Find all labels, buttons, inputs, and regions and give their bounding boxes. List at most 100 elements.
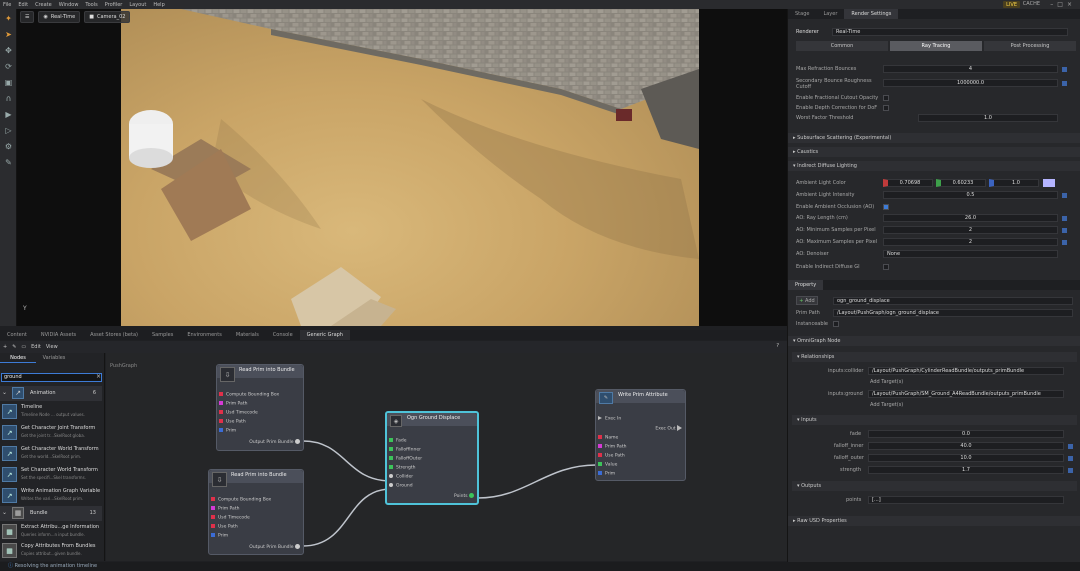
menu-file[interactable]: File [3, 2, 11, 8]
window-controls[interactable]: –□× [1050, 1, 1076, 8]
tab-variables[interactable]: Variables [36, 353, 72, 363]
port-usd-timecode[interactable]: Usd Timecode [211, 515, 250, 521]
paint-icon[interactable]: ✎ [3, 157, 14, 168]
worst-factor-input[interactable]: 1.0 [918, 114, 1058, 122]
physics-icon[interactable]: ⚙ [3, 141, 14, 152]
reset-indicator[interactable] [1068, 468, 1073, 473]
ao-checkbox[interactable] [883, 204, 889, 210]
reset-indicator[interactable] [1068, 456, 1073, 461]
tab-samples[interactable]: Samples [145, 330, 180, 340]
add-graph-icon[interactable]: + [3, 344, 7, 350]
menu-tools[interactable]: Tools [85, 2, 97, 8]
play-icon[interactable]: ▶ [3, 109, 14, 120]
tab-nodes[interactable]: Nodes [0, 353, 36, 363]
viewport[interactable]: ☰ ◉ Real-Time ■ Camera_02 Y [17, 9, 787, 326]
ambient-intensity-input[interactable]: 0.5 [883, 191, 1058, 199]
write-prim-attribute-node[interactable]: Write Prim Attribute ✎ Exec In Exec Out … [595, 389, 686, 481]
select-tool-icon[interactable]: ✦ [3, 13, 14, 24]
ogn-ground-displace-node[interactable]: Ogn Ground Displace ◈ Fade FalloffInner … [385, 411, 479, 505]
list-item[interactable]: ↗ Timeline Timeline Node ... output values… [2, 402, 102, 422]
section-outputs[interactable]: ▾ Outputs [792, 481, 1077, 491]
subtab-post-processing[interactable]: Post Processing [984, 41, 1076, 51]
section-indirect-diffuse[interactable]: ▾ Indirect Diffuse Lighting [788, 161, 1080, 171]
clear-search-icon[interactable]: × [96, 373, 101, 380]
port-falloff-inner[interactable]: FalloffInner [389, 447, 421, 453]
reset-indicator[interactable] [1062, 81, 1067, 86]
indirect-gi-checkbox[interactable] [883, 264, 889, 270]
tab-render-settings[interactable]: Render Settings [844, 9, 899, 19]
cache-label[interactable]: CACHE [1023, 1, 1040, 7]
port-prim-path[interactable]: Prim Path [598, 444, 626, 450]
camera-button[interactable]: ■ Camera_02 [84, 11, 131, 23]
port-name[interactable]: Name [598, 435, 618, 441]
subtab-ray-tracing[interactable]: Ray Tracing [890, 41, 982, 51]
scene-render[interactable] [121, 9, 699, 326]
renderer-select[interactable]: Real-Time [832, 28, 1068, 36]
port-compute-bbox[interactable]: Compute Bounding Box [211, 497, 271, 503]
port-usd-timecode[interactable]: Usd Timecode [219, 410, 258, 416]
read-prim-node-2[interactable]: Read Prim into Bundle ⇩ Compute Bounding… [208, 469, 304, 555]
port-points[interactable]: Points [454, 493, 474, 499]
category-animation[interactable]: ⌄ ↗ Animation 6 [0, 386, 102, 401]
section-omnigraph-node[interactable]: ▾ OmniGraph Node [788, 336, 1080, 346]
reset-indicator[interactable] [1062, 193, 1067, 198]
tab-materials[interactable]: Materials [229, 330, 266, 340]
roughness-cutoff-input[interactable]: 1000000.0 [883, 79, 1058, 87]
port-collider[interactable]: Collider [389, 474, 413, 480]
tab-layer[interactable]: Layer [816, 9, 844, 19]
close-icon[interactable]: × [1067, 1, 1076, 8]
tab-property[interactable]: Property [788, 280, 824, 290]
instanceable-checkbox[interactable] [833, 321, 839, 327]
add-button[interactable]: + Add [796, 296, 818, 305]
search-input[interactable]: ground [1, 373, 102, 382]
reset-indicator[interactable] [1062, 240, 1067, 245]
tab-stage[interactable]: Stage [788, 9, 816, 19]
fractional-cutout-checkbox[interactable] [883, 95, 889, 101]
menu-create[interactable]: Create [35, 2, 52, 8]
port-prim-path[interactable]: Prim Path [219, 401, 247, 407]
port-exec-in[interactable]: Exec In [598, 416, 621, 422]
list-item[interactable]: ↗ Get Character World Transform Get the wo… [2, 444, 102, 464]
viewport-settings-button[interactable]: ☰ [20, 11, 35, 23]
add-target-button[interactable]: Add Target(s) [870, 379, 903, 385]
port-exec-out[interactable]: Exec Out [655, 425, 682, 432]
list-item[interactable]: ▦ Copy Attributes From Bundles Copies attr… [2, 541, 102, 561]
step-icon[interactable]: ▷ [3, 125, 14, 136]
snap-tool-icon[interactable]: ∩ [3, 93, 14, 104]
tab-environments[interactable]: Environments [180, 330, 229, 340]
port-use-path[interactable]: Use Path [211, 524, 238, 530]
graph-menu-view[interactable]: View [46, 344, 58, 350]
render-mode-button[interactable]: ◉ Real-Time [38, 11, 81, 23]
port-falloff-outer[interactable]: FalloffOuter [389, 456, 422, 462]
list-item[interactable]: ↗ Get Character Joint Transform Get the jo… [2, 423, 102, 443]
port-output-bundle[interactable]: Output Prim Bundle [249, 544, 300, 550]
menu-profiler[interactable]: Profiler [105, 2, 123, 8]
reset-indicator[interactable] [1068, 444, 1073, 449]
port-use-path[interactable]: Use Path [219, 419, 246, 425]
tab-asset-stores[interactable]: Asset Stores (beta) [83, 330, 145, 340]
port-prim[interactable]: Prim [598, 471, 615, 477]
graph-menu-edit[interactable]: Edit [31, 344, 41, 350]
port-prim-path[interactable]: Prim Path [211, 506, 239, 512]
category-bundle[interactable]: ⌄ ▦ Bundle 13 [0, 506, 102, 521]
port-prim[interactable]: Prim [219, 428, 236, 434]
list-item[interactable]: ↗ Write Animation Graph Variable Writes th… [2, 486, 102, 506]
color-b-input[interactable]: 1.0 [989, 179, 1039, 187]
graph-canvas[interactable]: PushGraph Read Prim into Bundle ⇩ Comput… [106, 353, 787, 561]
folder-icon[interactable]: ▭ [21, 344, 26, 350]
ground-target-input[interactable]: /Layout/PushGraph/SM_Ground_A4ReadBundle… [868, 390, 1064, 398]
reset-indicator[interactable] [1062, 228, 1067, 233]
list-item[interactable]: ▦ Extract Attribu...ge Information Queries… [2, 522, 102, 542]
port-ground[interactable]: Ground [389, 483, 413, 489]
depth-correction-checkbox[interactable] [883, 105, 889, 111]
menu-layout[interactable]: Layout [129, 2, 146, 8]
help-icon[interactable]: ? [776, 343, 779, 349]
tab-generic-graph[interactable]: Generic Graph [299, 330, 350, 340]
prim-path-input[interactable]: /Layout/PushGraph/ogn_ground_displace [833, 309, 1073, 317]
ao-ray-length-input[interactable]: 26.0 [883, 214, 1058, 222]
ao-min-samples-input[interactable]: 2 [883, 226, 1058, 234]
color-swatch[interactable] [1043, 179, 1055, 187]
color-g-input[interactable]: 0.60233 [936, 179, 986, 187]
live-badge[interactable]: LIVE [1003, 1, 1020, 8]
port-prim[interactable]: Prim [211, 533, 228, 539]
